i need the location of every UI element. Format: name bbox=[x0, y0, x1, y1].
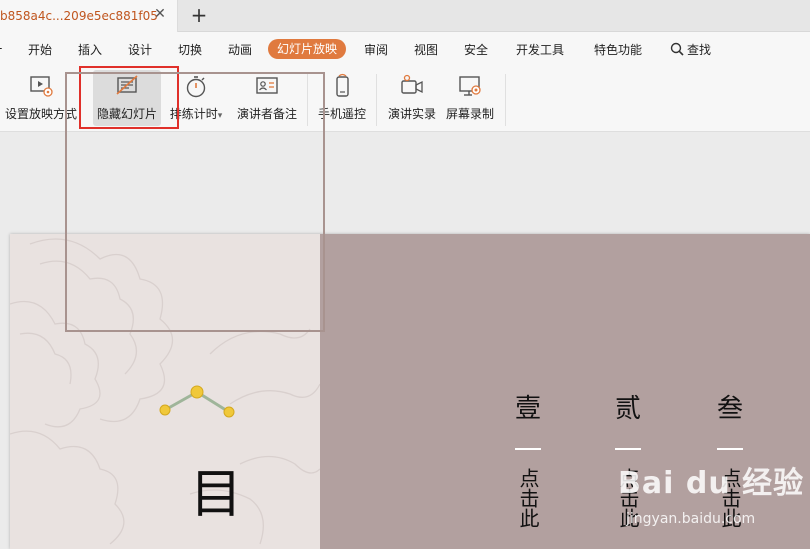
watermark-logo: Bai du 经验 bbox=[618, 466, 805, 501]
screen-record-label: 屏幕录制 bbox=[445, 107, 494, 121]
phone-remote-label: 手机遥控 bbox=[317, 107, 366, 121]
column-2-heading: 贰 bbox=[614, 394, 641, 424]
menu-item-developer[interactable]: 开发工具 bbox=[516, 41, 564, 58]
record-camera-icon bbox=[401, 74, 423, 94]
document-tab-title: b858a4c...209e5ec881f05 bbox=[0, 9, 158, 23]
baidu-watermark: Bai du 经验 jingyan.baidu.com bbox=[618, 456, 808, 536]
tab-strip: b858a4c...209e5ec881f05 ✕ + bbox=[0, 0, 810, 32]
slideshow-settings-icon bbox=[30, 76, 53, 97]
menu-item-slideshow[interactable]: 幻灯片放映 bbox=[268, 39, 347, 59]
menu-item-review[interactable]: 审阅 bbox=[364, 41, 388, 58]
phone-remote-icon bbox=[336, 73, 349, 97]
slide-title-frame bbox=[65, 72, 325, 332]
toolbar-divider bbox=[505, 74, 506, 126]
menu-item-animation[interactable]: 动画 bbox=[228, 41, 252, 58]
column-2-divider bbox=[615, 448, 641, 450]
watermark-url: jingyan.baidu.com bbox=[626, 511, 756, 527]
column-1-body: 点击此 bbox=[516, 468, 540, 528]
close-icon[interactable]: ✕ bbox=[153, 7, 167, 21]
search-icon bbox=[670, 42, 684, 56]
dot-string-decoration bbox=[159, 385, 235, 418]
slide-column-1[interactable]: 壹 点击此 bbox=[513, 394, 543, 528]
screen-record-button[interactable]: 屏幕录制 bbox=[442, 70, 498, 126]
column-3-divider bbox=[717, 448, 743, 450]
menu-item-features[interactable]: 特色功能 bbox=[594, 41, 642, 58]
menu-item-transition[interactable]: 切换 bbox=[178, 41, 202, 58]
menu-overflow[interactable]: - bbox=[0, 41, 2, 55]
menu-item-design[interactable]: 设计 bbox=[128, 41, 152, 58]
screen-record-icon bbox=[459, 76, 481, 96]
menu-item-insert[interactable]: 插入 bbox=[78, 41, 102, 58]
record-presentation-button[interactable]: 演讲实录 bbox=[384, 70, 440, 126]
new-tab-button[interactable]: + bbox=[188, 4, 210, 26]
menu-item-home[interactable]: 开始 bbox=[28, 41, 52, 58]
search-button[interactable]: 查找 bbox=[670, 40, 711, 58]
menu-bar: - 开始 插入 设计 切换 动画 幻灯片放映 审阅 视图 安全 开发工具 特色功… bbox=[0, 32, 810, 66]
column-3-heading: 叁 bbox=[716, 394, 743, 424]
menu-item-view[interactable]: 视图 bbox=[414, 41, 438, 58]
column-1-heading: 壹 bbox=[514, 394, 541, 424]
menu-item-security[interactable]: 安全 bbox=[464, 41, 488, 58]
toolbar-divider bbox=[376, 74, 377, 126]
slide-big-character: 目 bbox=[190, 465, 243, 525]
column-1-divider bbox=[515, 448, 541, 450]
document-tab[interactable]: b858a4c...209e5ec881f05 ✕ bbox=[0, 0, 178, 32]
record-presentation-label: 演讲实录 bbox=[387, 107, 436, 121]
search-label: 查找 bbox=[687, 42, 712, 57]
